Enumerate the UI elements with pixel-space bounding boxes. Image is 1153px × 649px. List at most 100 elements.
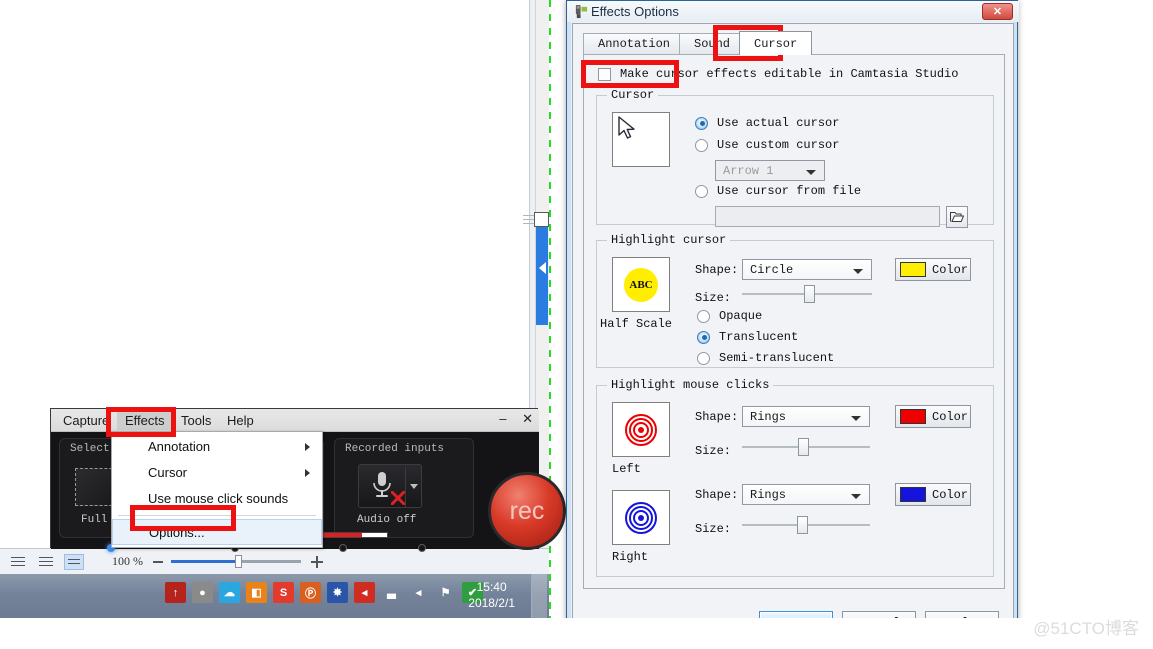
document-status-bar: 100 %: [0, 548, 549, 574]
camtasia-app-icon: [575, 4, 588, 19]
highlight-preview-text: ABC: [629, 278, 653, 291]
highlight-cursor-group: Highlight cursor ABC Half Scale Shape: C…: [596, 233, 994, 368]
print-layout-icon[interactable]: [8, 554, 28, 570]
speaker-icon[interactable]: ◂: [408, 582, 429, 603]
right-click-shape-value: Rings: [750, 488, 787, 502]
network-globe-icon[interactable]: ✸: [327, 582, 348, 603]
highlight-cursor-color-swatch: [900, 262, 926, 277]
outline-icon[interactable]: [36, 554, 56, 570]
semi-translucent-row[interactable]: Semi-translucent: [697, 351, 834, 365]
cloud-sync-icon[interactable]: ☁: [219, 582, 240, 603]
microphone-toggle-button[interactable]: [358, 464, 422, 508]
menuitem-cursor[interactable]: Cursor: [112, 460, 322, 486]
action-center-icon[interactable]: ⚑: [435, 582, 456, 603]
scroll-position-marker: [534, 212, 549, 227]
use-custom-cursor-row[interactable]: Use custom cursor: [695, 138, 839, 152]
close-button[interactable]: ✕: [522, 411, 533, 426]
slider-thumb[interactable]: [796, 516, 808, 534]
dialog-close-button[interactable]: ✕: [982, 3, 1013, 20]
input-preset-dot-1[interactable]: [339, 544, 347, 552]
mic-dropdown-separator: [405, 467, 406, 507]
zoom-in-button[interactable]: [311, 555, 323, 568]
flash-player-icon[interactable]: ↑: [165, 582, 186, 603]
highlight-cursor-color-button[interactable]: Color: [895, 258, 971, 281]
highlight-cursor-shape-combo[interactable]: Circle: [742, 259, 872, 280]
translucent-label: Translucent: [719, 330, 799, 344]
audio-status-label: Audio off: [357, 514, 417, 526]
cursor-group: Cursor Use actual cursor Use custom curs…: [596, 88, 994, 228]
zoom-out-button[interactable]: [153, 560, 163, 563]
tab-cursor[interactable]: Cursor: [739, 31, 813, 55]
right-click-color-button[interactable]: Color: [895, 483, 971, 506]
right-click-caption: Right: [612, 550, 649, 564]
cursor-tab-page: Make cursor effects editable in Camtasia…: [583, 54, 1005, 589]
clock-date: 2018/2/1: [468, 596, 515, 610]
taskbar-clock[interactable]: 15:40 2018/2/1: [468, 579, 515, 611]
left-click-shape-combo[interactable]: Rings: [742, 406, 870, 427]
use-custom-cursor-radio[interactable]: [695, 138, 708, 152]
chevron-down-icon: [851, 494, 861, 499]
right-click-size-label: Size:: [695, 522, 732, 536]
pdf-reader-icon[interactable]: Ⓟ: [300, 582, 321, 603]
right-click-size-slider[interactable]: [742, 516, 870, 534]
vertical-scrollbar-thumb[interactable]: [536, 217, 548, 325]
office-icon[interactable]: ◧: [246, 582, 267, 603]
left-click-color-button[interactable]: Color: [895, 405, 971, 428]
menu-help[interactable]: Help: [219, 412, 262, 430]
menu-tools[interactable]: Tools: [173, 412, 219, 430]
footer-strip: [0, 618, 1153, 649]
highlight-cursor-shape-value: Circle: [750, 263, 794, 277]
record-button-label: rec: [509, 496, 545, 525]
submenu-arrow-icon: [305, 443, 310, 451]
translucent-radio[interactable]: [697, 330, 710, 344]
cursor-file-path-input[interactable]: [715, 206, 940, 227]
left-click-preview-box: [612, 402, 670, 457]
concentric-rings-icon: [625, 501, 657, 534]
annotation-box-effects-menu: [106, 407, 176, 437]
browse-cursor-file-button[interactable]: [946, 206, 968, 228]
full-label: Full: [81, 514, 108, 526]
slider-thumb[interactable]: [803, 285, 815, 303]
input-preset-dot-2[interactable]: [418, 544, 426, 552]
use-cursor-from-file-radio[interactable]: [695, 184, 708, 198]
effects-options-dialog: Effects Options ✕ Annotation Sound Curso…: [566, 0, 1019, 638]
record-button[interactable]: rec: [488, 472, 566, 550]
watermark: @51CTO博客: [1033, 619, 1139, 638]
use-actual-cursor-row[interactable]: Use actual cursor: [695, 116, 839, 130]
highlight-cursor-size-slider[interactable]: [742, 285, 872, 303]
translucent-row[interactable]: Translucent: [697, 330, 798, 344]
signal-bars-icon[interactable]: ▃: [381, 582, 402, 603]
left-click-size-slider[interactable]: [742, 438, 870, 456]
menuitem-cursor-label: Cursor: [148, 465, 188, 480]
opaque-row[interactable]: Opaque: [697, 309, 762, 323]
tab-annotation[interactable]: Annotation: [583, 33, 686, 55]
semi-translucent-radio[interactable]: [697, 351, 710, 365]
chevron-down-icon: [851, 416, 861, 421]
show-desktop-button[interactable]: [531, 574, 547, 618]
volume-icon[interactable]: ◂: [354, 582, 375, 603]
highlight-cursor-shape-label: Shape:: [695, 263, 739, 277]
left-click-caption: Left: [612, 462, 641, 476]
folder-open-icon: [950, 212, 964, 222]
zoom-slider-thumb[interactable]: [235, 555, 242, 568]
slider-thumb[interactable]: [798, 438, 810, 456]
highlight-mouse-clicks-legend: Highlight mouse clicks: [607, 378, 774, 392]
use-cursor-from-file-row[interactable]: Use cursor from file: [695, 184, 861, 198]
sogou-input-icon[interactable]: S: [273, 582, 294, 603]
minimize-button[interactable]: –: [499, 411, 506, 426]
mic-dropdown-arrow-icon[interactable]: [410, 484, 418, 489]
dialog-title-bar[interactable]: Effects Options ✕: [567, 1, 1019, 22]
menuitem-annotation[interactable]: Annotation: [112, 434, 322, 460]
web-layout-icon[interactable]: [64, 553, 84, 570]
recorder-icon[interactable]: ●: [192, 582, 213, 603]
chevron-down-icon: [853, 269, 863, 274]
zoom-slider-track[interactable]: [171, 555, 301, 568]
right-click-color-label: Color: [932, 487, 969, 502]
opaque-radio[interactable]: [697, 309, 710, 323]
use-actual-cursor-radio[interactable]: [695, 116, 708, 130]
concentric-rings-icon: [625, 413, 657, 446]
custom-cursor-value: Arrow 1: [723, 164, 774, 178]
custom-cursor-combo[interactable]: Arrow 1: [715, 160, 825, 181]
use-cursor-from-file-label: Use cursor from file: [717, 184, 862, 198]
right-click-shape-combo[interactable]: Rings: [742, 484, 870, 505]
